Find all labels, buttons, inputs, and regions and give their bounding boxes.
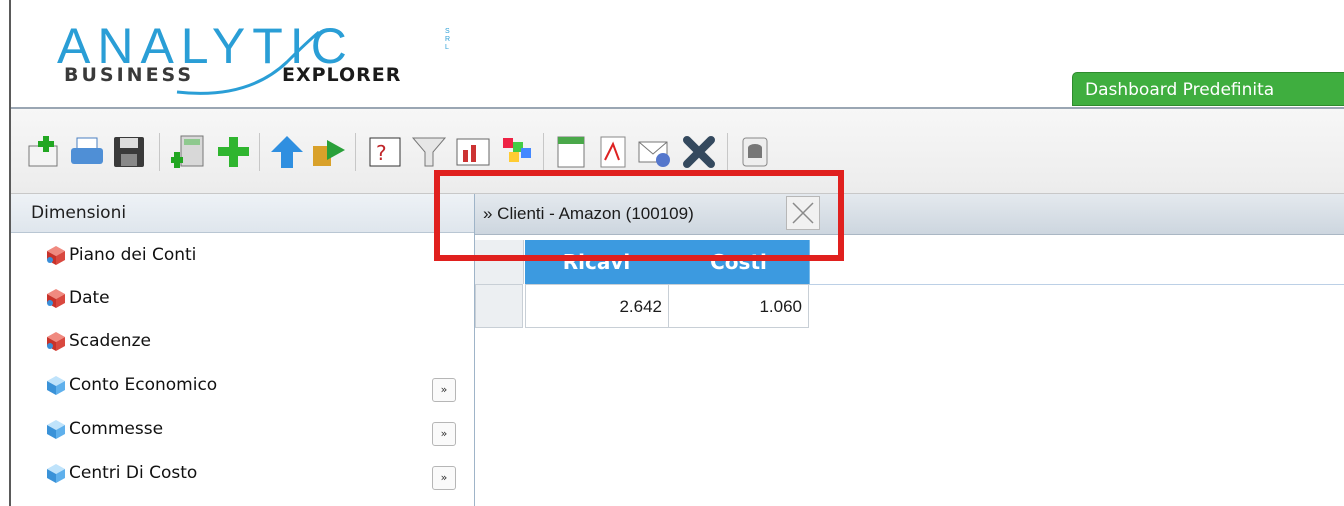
dimension-label: Date xyxy=(69,288,110,308)
dimension-label: Piano dei Conti xyxy=(69,245,197,265)
blue-cube-icon xyxy=(45,418,67,440)
calculator-add-icon[interactable] xyxy=(169,131,209,173)
logo-srl: SRL xyxy=(445,28,451,51)
toolbar-separator xyxy=(355,133,356,171)
dimension-label: Scadenze xyxy=(69,331,151,351)
up-arrow-icon[interactable] xyxy=(267,131,307,173)
expand-commesse-button[interactable]: » xyxy=(432,422,456,446)
cell-ricavi: 2.642 xyxy=(525,284,669,328)
table-divider xyxy=(809,284,1344,285)
pdf-icon[interactable] xyxy=(593,131,633,173)
analytic-logo: ANALYTIC SRL BUSINESS EXPLORER xyxy=(57,18,457,102)
dimension-item-centri-di-costo[interactable]: Centri Di Costo xyxy=(45,458,197,488)
export-icon[interactable] xyxy=(309,131,349,173)
dimension-label: Commesse xyxy=(69,419,164,439)
email-icon[interactable] xyxy=(635,131,675,173)
dimension-label: Centri Di Costo xyxy=(69,463,198,483)
dimensions-title: Dimensioni xyxy=(11,194,474,233)
filter-icon[interactable] xyxy=(409,131,449,173)
red-cube-icon xyxy=(45,330,67,352)
cell-costi: 1.060 xyxy=(668,284,809,328)
chart-icon[interactable] xyxy=(453,131,493,173)
annotation-highlight-box xyxy=(434,170,844,261)
dimensions-panel: Dimensioni Piano dei Conti Date Scadenze… xyxy=(11,194,475,506)
toolbar-separator xyxy=(727,133,728,171)
expand-conto-economico-button[interactable]: » xyxy=(432,378,456,402)
logo-swoosh-icon xyxy=(176,30,320,95)
row-header xyxy=(475,284,523,328)
help-icon[interactable]: ? xyxy=(365,131,405,173)
new-icon[interactable] xyxy=(25,131,65,173)
svg-text:?: ? xyxy=(376,141,387,165)
logo-explorer: EXPLORER xyxy=(282,64,402,86)
logo-business: BUSINESS xyxy=(64,64,195,86)
print-icon[interactable] xyxy=(67,131,107,173)
dimension-item-scadenze[interactable]: Scadenze xyxy=(45,326,151,356)
blue-cube-icon xyxy=(45,462,67,484)
database-icon[interactable] xyxy=(735,131,775,173)
dimension-item-date[interactable]: Date xyxy=(45,283,110,313)
dimension-item-conto-economico[interactable]: Conto Economico xyxy=(45,370,217,400)
red-cube-icon xyxy=(45,287,67,309)
app-header: ANALYTIC SRL BUSINESS EXPLORER Dashboard… xyxy=(11,0,1344,109)
delete-icon[interactable] xyxy=(679,131,719,173)
red-cube-icon xyxy=(45,244,67,266)
dimension-item-commesse[interactable]: Commesse xyxy=(45,414,163,444)
toolbar-separator xyxy=(159,133,160,171)
spreadsheet-icon[interactable] xyxy=(551,131,591,173)
dimension-label: Conto Economico xyxy=(69,375,218,395)
color-palette-icon[interactable] xyxy=(497,131,537,173)
add-icon[interactable] xyxy=(213,131,253,173)
tab-dashboard-predefinita[interactable]: Dashboard Predefinita xyxy=(1072,72,1344,106)
expand-centri-di-costo-button[interactable]: » xyxy=(432,466,456,490)
toolbar-separator xyxy=(259,133,260,171)
blue-cube-icon xyxy=(45,374,67,396)
save-icon[interactable] xyxy=(109,131,149,173)
dimension-item-piano-dei-conti[interactable]: Piano dei Conti xyxy=(45,240,196,270)
toolbar-separator xyxy=(543,133,544,171)
